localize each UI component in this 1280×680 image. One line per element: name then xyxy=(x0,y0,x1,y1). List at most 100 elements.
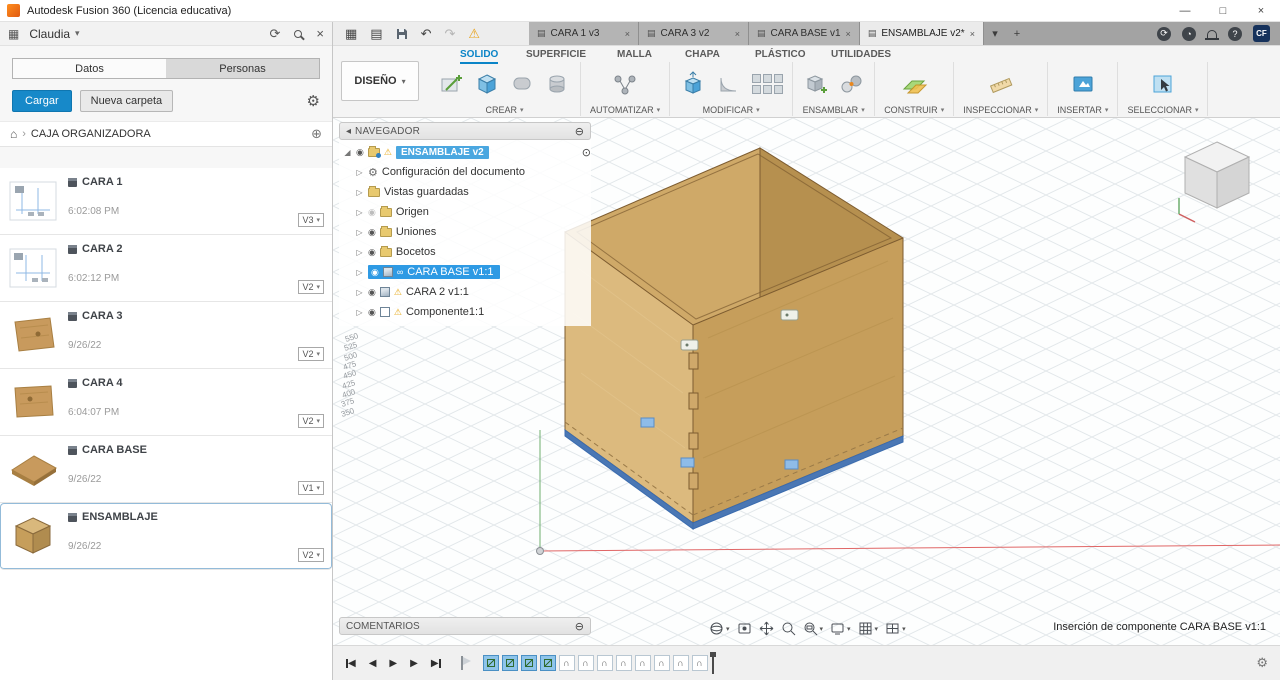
timeline-joint-feature[interactable]: ∩ xyxy=(672,655,689,671)
document-tab-active[interactable]: ▤ ENSAMBLAJE v2* × xyxy=(859,22,984,45)
notifications-bell-icon[interactable] xyxy=(1205,30,1219,40)
navigator-row-cara-base[interactable]: ▷ ◉ ∞ CARA BASE v1:1 xyxy=(339,262,591,282)
collapse-icon[interactable]: ◂ xyxy=(346,126,351,137)
orbit-tool[interactable]: ▾ xyxy=(709,621,730,636)
panel-options-icon[interactable]: ⊖ xyxy=(575,620,584,633)
group-label-ensamblar[interactable]: ENSAMBLAR ▾ xyxy=(803,105,865,116)
viewport-canvas[interactable]: 550 525 500 475 450 425 400 375 350 ◂ NA… xyxy=(333,118,1280,645)
play-button[interactable]: ▶ xyxy=(389,658,397,669)
navigator-row-cara-2[interactable]: ▷ ◉ ⚠ CARA 2 v1:1 xyxy=(339,282,591,302)
expand-caret-icon[interactable]: ▷ xyxy=(355,248,364,257)
navigator-row-named-views[interactable]: ▷ Vistas guardadas xyxy=(339,182,591,202)
automate-icon[interactable] xyxy=(611,70,639,98)
panel-options-icon[interactable]: ⊖ xyxy=(575,125,584,138)
timeline-joint-feature[interactable]: ∩ xyxy=(691,655,708,671)
new-folder-button[interactable]: Nueva carpeta xyxy=(79,90,174,112)
list-item[interactable]: CARA 3 9/26/22 V2 ▾ xyxy=(0,302,332,369)
zoom-window-tool[interactable]: ▾ xyxy=(803,621,823,636)
close-tab-icon[interactable]: × xyxy=(846,29,851,39)
group-label-inspeccionar[interactable]: INSPECCIONAR ▾ xyxy=(963,105,1038,116)
viewports-tool[interactable]: ▾ xyxy=(885,621,906,636)
version-badge[interactable]: V3 ▾ xyxy=(298,213,324,227)
group-label-seleccionar[interactable]: SELECCIONAR ▾ xyxy=(1127,105,1198,116)
visibility-eye-icon[interactable]: ◉ xyxy=(356,147,364,158)
measure-icon[interactable] xyxy=(987,70,1015,98)
navigator-row-joints[interactable]: ▷ ◉ Uniones xyxy=(339,222,591,242)
ribbon-tab-plastico[interactable]: PLÁSTICO xyxy=(755,49,806,62)
refresh-icon[interactable]: ⟳ xyxy=(270,26,281,42)
grid-snap-tool[interactable]: ▾ xyxy=(858,621,878,636)
document-tab[interactable]: ▤ CARA 1 v3 × xyxy=(529,22,639,45)
search-icon[interactable] xyxy=(294,29,303,38)
list-item-selected[interactable]: ENSAMBLAJE 9/26/22 V2 ▾ xyxy=(0,503,332,570)
navigator-root-row[interactable]: ◢ ◉ ⚠ ENSAMBLAJE v2 ⊙ xyxy=(339,142,591,162)
ribbon-tab-chapa[interactable]: CHAPA xyxy=(685,49,720,62)
navigator-row-origin[interactable]: ▷ ◉ Origen xyxy=(339,202,591,222)
group-label-construir[interactable]: CONSTRUIR ▾ xyxy=(884,105,944,116)
visibility-eye-icon[interactable]: ◉ xyxy=(368,247,376,258)
version-badge[interactable]: V2 ▾ xyxy=(298,347,324,361)
user-avatar[interactable]: CF xyxy=(1253,25,1270,42)
undo-icon[interactable]: ↶ xyxy=(421,26,432,42)
timeline-joint-feature[interactable]: ∩ xyxy=(596,655,613,671)
workspace-switcher[interactable]: DISEÑO ▾ xyxy=(341,61,419,101)
new-component-icon[interactable] xyxy=(802,70,830,98)
go-to-start-button[interactable]: ◀ xyxy=(346,658,356,669)
share-icon[interactable]: ⊕ xyxy=(311,126,322,142)
expand-caret-icon[interactable]: ▷ xyxy=(355,308,364,317)
project-name[interactable]: CAJA ORGANIZADORA xyxy=(31,128,151,140)
close-tab-icon[interactable]: × xyxy=(625,29,630,39)
visibility-eye-icon[interactable]: ◉ xyxy=(368,227,376,238)
expand-caret-icon[interactable]: ▷ xyxy=(355,188,364,197)
close-panel-icon[interactable]: × xyxy=(316,26,324,41)
version-badge[interactable]: V2 ▾ xyxy=(298,548,324,562)
gear-icon[interactable]: ⚙ xyxy=(307,92,320,110)
close-button[interactable]: × xyxy=(1242,0,1280,21)
group-label-insertar[interactable]: INSERTAR ▾ xyxy=(1057,105,1108,116)
joint-icon[interactable] xyxy=(837,70,865,98)
pan-tool[interactable] xyxy=(759,621,774,636)
chevron-down-icon[interactable]: ▾ xyxy=(75,28,80,39)
timeline-joint-feature[interactable]: ∩ xyxy=(615,655,632,671)
modify-tools-grid[interactable] xyxy=(752,73,784,94)
app-grid-icon[interactable]: ▦ xyxy=(345,26,357,42)
display-settings-tool[interactable]: ▾ xyxy=(830,621,851,636)
navigator-header[interactable]: ◂ NAVEGADOR ⊖ xyxy=(339,122,591,140)
warning-icon[interactable]: ⚠ xyxy=(468,26,480,42)
document-tab[interactable]: ▤ CARA 3 v2 × xyxy=(639,22,749,45)
timeline-joint-feature[interactable]: ∩ xyxy=(653,655,670,671)
create-sketch-icon[interactable] xyxy=(438,70,466,98)
look-at-tool[interactable] xyxy=(737,621,752,636)
comments-bar[interactable]: COMENTARIOS ⊖ xyxy=(339,617,591,635)
expand-caret-icon[interactable]: ◢ xyxy=(343,148,352,157)
insert-icon[interactable] xyxy=(1069,70,1097,98)
timeline-joint-feature[interactable]: ∩ xyxy=(558,655,575,671)
list-item[interactable]: CARA 1 6:02:08 PM V3 ▾ xyxy=(0,168,332,235)
list-item[interactable]: CARA 4 6:04:07 PM V2 ▾ xyxy=(0,369,332,436)
help-icon[interactable]: ? xyxy=(1228,26,1242,41)
timeline-sketch-feature[interactable] xyxy=(482,655,499,671)
root-document-name[interactable]: ENSAMBLAJE v2 xyxy=(395,145,489,159)
step-forward-button[interactable]: ▶ xyxy=(410,658,418,669)
navigator-row-componente1[interactable]: ▷ ◉ ⚠ Componente1:1 xyxy=(339,302,591,322)
press-pull-icon[interactable] xyxy=(679,70,707,98)
group-label-modificar[interactable]: MODIFICAR ▾ xyxy=(703,105,760,116)
timeline-position-marker[interactable] xyxy=(709,652,716,674)
minimize-button[interactable]: — xyxy=(1166,0,1204,21)
timeline-sketch-feature[interactable] xyxy=(501,655,518,671)
expand-caret-icon[interactable]: ▷ xyxy=(355,228,364,237)
expand-caret-icon[interactable]: ▷ xyxy=(355,168,364,177)
visibility-eye-icon[interactable]: ◉ xyxy=(371,267,379,278)
expand-caret-icon[interactable]: ▷ xyxy=(355,208,364,217)
extrude-icon[interactable] xyxy=(473,70,501,98)
close-tab-icon[interactable]: × xyxy=(735,29,740,39)
document-tab[interactable]: ▤ CARA BASE v1 × xyxy=(749,22,860,45)
tab-overflow-icon[interactable]: ▾ xyxy=(984,22,1006,45)
fillet-icon[interactable] xyxy=(714,70,742,98)
step-back-button[interactable]: ◀ xyxy=(369,658,377,669)
visibility-eye-icon[interactable]: ◉ xyxy=(368,287,376,298)
list-item[interactable]: CARA BASE 9/26/22 V1 ▾ xyxy=(0,436,332,503)
list-item[interactable]: CARA 2 6:02:12 PM V2 ▾ xyxy=(0,235,332,302)
timeline-joint-feature[interactable]: ∩ xyxy=(577,655,594,671)
zoom-tool[interactable] xyxy=(781,621,796,636)
